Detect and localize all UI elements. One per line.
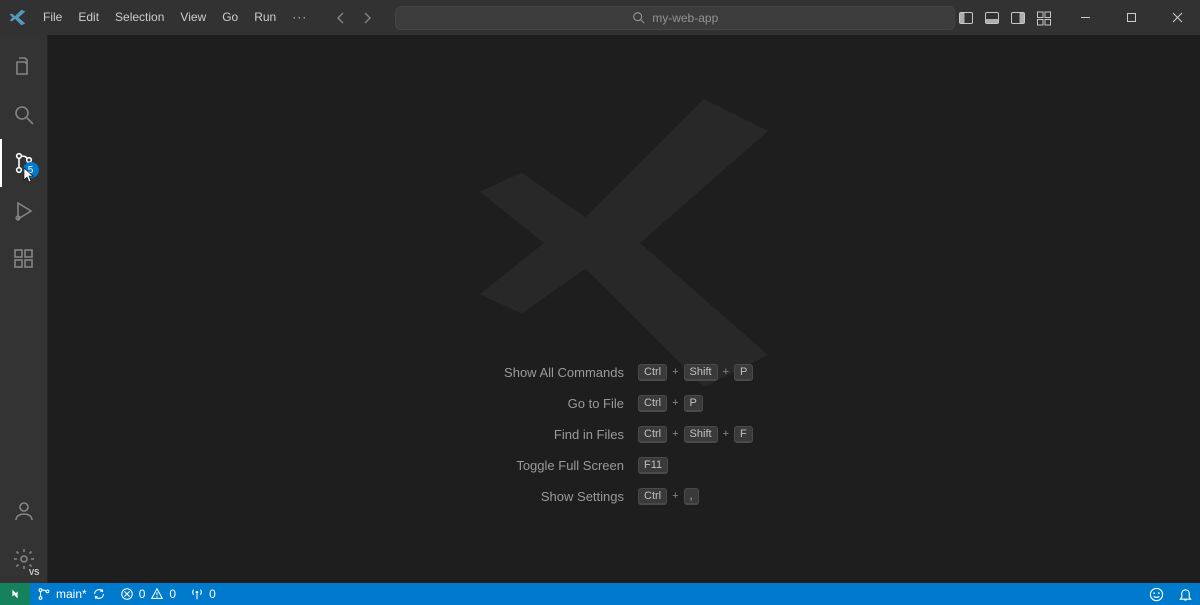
shortcut-keys: Ctrl +, xyxy=(638,488,918,505)
command-center-text: my-web-app xyxy=(652,11,718,25)
customize-layout-icon[interactable] xyxy=(1036,10,1052,26)
layout-controls xyxy=(958,10,1062,26)
key-separator: + xyxy=(672,366,678,378)
keyboard-key: Ctrl xyxy=(638,426,667,443)
status-remote-button[interactable] xyxy=(0,583,30,605)
menu-selection[interactable]: Selection xyxy=(107,0,172,35)
keyboard-key: F xyxy=(734,426,753,443)
nav-back-icon[interactable] xyxy=(333,10,349,26)
toggle-primary-side-bar-icon[interactable] xyxy=(958,10,974,26)
radio-tower-icon xyxy=(190,587,204,601)
vscode-watermark-icon xyxy=(464,83,784,403)
shortcut-row: Find in Files Ctrl + Shift + F xyxy=(344,426,904,443)
editor-area: Show All Commands Ctrl + Shift + P Go to File C… xyxy=(48,35,1200,583)
window-controls xyxy=(1062,0,1200,35)
activity-source-control[interactable]: 5 xyxy=(0,139,48,187)
status-problems[interactable]: 0 0 xyxy=(113,583,183,605)
status-errors-count: 0 xyxy=(139,587,146,601)
menu-view[interactable]: View xyxy=(172,0,214,35)
status-feedback[interactable] xyxy=(1142,587,1171,602)
menu-run[interactable]: Run xyxy=(246,0,284,35)
shortcut-row: Go to File Ctrl + P xyxy=(344,395,904,412)
feedback-icon xyxy=(1149,587,1164,602)
menu-go[interactable]: Go xyxy=(214,0,246,35)
command-center[interactable]: my-web-app xyxy=(395,6,955,30)
key-separator: + xyxy=(672,428,678,440)
shortcut-label: Go to File xyxy=(344,396,624,411)
title-bar: File Edit Selection View Go Run ··· my-w… xyxy=(0,0,1200,35)
keyboard-key: P xyxy=(684,395,703,412)
keyboard-key: Shift xyxy=(684,426,718,443)
shortcut-label: Find in Files xyxy=(344,427,624,442)
search-icon xyxy=(632,11,646,25)
remote-icon xyxy=(8,587,22,601)
workbench-body: 5 VS Show All Commands Ctrl + Shift + xyxy=(0,35,1200,583)
shortcut-keys: Ctrl + P xyxy=(638,395,918,412)
key-separator: + xyxy=(672,397,678,409)
status-branch-text: main* xyxy=(56,587,87,601)
sync-icon xyxy=(92,587,106,601)
maximize-button[interactable] xyxy=(1108,0,1154,35)
shortcut-row: Toggle Full Screen F11 xyxy=(344,457,904,474)
key-separator: + xyxy=(672,490,678,502)
toggle-panel-icon[interactable] xyxy=(984,10,1000,26)
activity-explorer[interactable] xyxy=(0,43,48,91)
nav-arrows xyxy=(333,10,375,26)
warning-icon xyxy=(150,587,164,601)
shortcut-keys: Ctrl + Shift + P xyxy=(638,364,918,381)
minimize-button[interactable] xyxy=(1062,0,1108,35)
activity-extensions[interactable] xyxy=(0,235,48,283)
status-ports[interactable]: 0 xyxy=(183,583,223,605)
menu-edit[interactable]: Edit xyxy=(70,0,107,35)
nav-forward-icon[interactable] xyxy=(359,10,375,26)
title-bar-right xyxy=(958,0,1200,35)
shortcut-keys: Ctrl + Shift + F xyxy=(638,426,918,443)
status-warnings-count: 0 xyxy=(169,587,176,601)
mouse-cursor-icon xyxy=(22,167,36,183)
shortcut-row: Show Settings Ctrl +, xyxy=(344,488,904,505)
keyboard-key: F11 xyxy=(638,457,668,474)
status-notifications[interactable] xyxy=(1171,587,1200,602)
menu-bar: File Edit Selection View Go Run ··· xyxy=(35,0,315,35)
status-ports-count: 0 xyxy=(209,587,216,601)
keyboard-key: Ctrl xyxy=(638,395,667,412)
shortcut-label: Show All Commands xyxy=(344,365,624,380)
activity-bar: 5 VS xyxy=(0,35,48,583)
shortcut-keys: F11 xyxy=(638,457,918,474)
vs-badge: VS xyxy=(27,568,42,577)
keyboard-key: Ctrl xyxy=(638,364,667,381)
toggle-secondary-side-bar-icon[interactable] xyxy=(1010,10,1026,26)
activity-manage[interactable]: VS xyxy=(0,535,48,583)
shortcut-label: Toggle Full Screen xyxy=(344,458,624,473)
vscode-app-icon xyxy=(0,9,35,26)
menu-overflow[interactable]: ··· xyxy=(284,0,315,35)
shortcut-row: Show All Commands Ctrl + Shift + P xyxy=(344,364,904,381)
close-button[interactable] xyxy=(1154,0,1200,35)
keyboard-key: P xyxy=(734,364,753,381)
keyboard-key: Shift xyxy=(684,364,718,381)
activity-search[interactable] xyxy=(0,91,48,139)
key-separator: + xyxy=(723,428,729,440)
git-branch-icon xyxy=(37,587,51,601)
activity-accounts[interactable] xyxy=(0,487,48,535)
keyboard-key: Ctrl xyxy=(638,488,667,505)
welcome-shortcuts: Show All Commands Ctrl + Shift + P Go to File C… xyxy=(48,364,1200,505)
keyboard-key: , xyxy=(684,488,699,505)
activity-run-debug[interactable] xyxy=(0,187,48,235)
shortcut-label: Show Settings xyxy=(344,489,624,504)
status-branch[interactable]: main* xyxy=(30,583,113,605)
key-separator: + xyxy=(723,366,729,378)
status-bar: main* 0 0 0 xyxy=(0,583,1200,605)
menu-file[interactable]: File xyxy=(35,0,70,35)
bell-icon xyxy=(1178,587,1193,602)
error-icon xyxy=(120,587,134,601)
